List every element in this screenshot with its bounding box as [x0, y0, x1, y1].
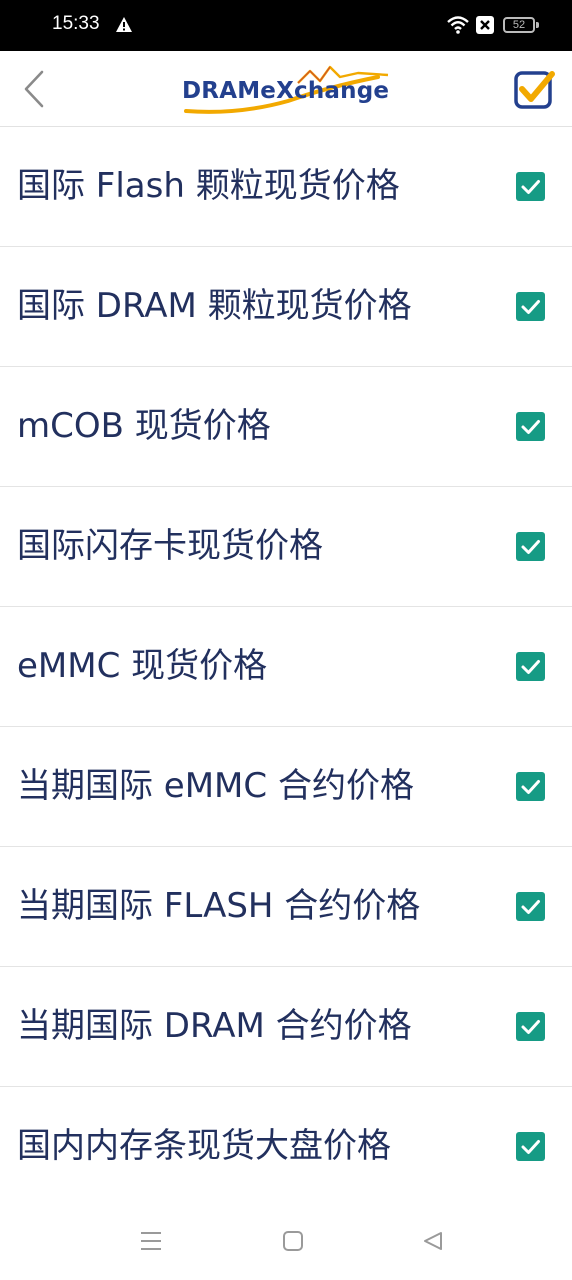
battery-tip — [536, 22, 539, 28]
item-checkbox[interactable] — [516, 772, 545, 801]
close-box-icon — [476, 16, 494, 38]
status-time: 15:33 — [52, 13, 100, 34]
category-list: 国际 Flash 颗粒现货价格 国际 DRAM 颗粒现货价格 mCOB 现货价格… — [0, 127, 572, 1207]
home-square-icon[interactable] — [282, 1230, 304, 1256]
battery-icon: 52 — [503, 17, 535, 33]
list-item-label: eMMC 现货价格 — [17, 646, 268, 686]
back-triangle-icon[interactable] — [422, 1230, 444, 1256]
list-item[interactable]: mCOB 现货价格 — [0, 367, 572, 487]
list-item-label: 国际 DRAM 颗粒现货价格 — [17, 286, 412, 326]
list-item[interactable]: 国际 DRAM 颗粒现货价格 — [0, 247, 572, 367]
list-item[interactable]: 国际 Flash 颗粒现货价格 — [0, 127, 572, 247]
check-icon — [521, 780, 540, 794]
list-item[interactable]: eMMC 现货价格 — [0, 607, 572, 727]
item-checkbox[interactable] — [516, 652, 545, 681]
item-checkbox[interactable] — [516, 1132, 545, 1161]
logo-text: DRAMeXchange — [182, 78, 390, 104]
check-icon — [521, 180, 540, 194]
item-checkbox[interactable] — [516, 172, 545, 201]
list-item-label: 当期国际 FLASH 合约价格 — [17, 886, 421, 926]
item-checkbox[interactable] — [516, 892, 545, 921]
chevron-left-icon — [24, 70, 44, 108]
app-header: DRAMeXchange — [0, 51, 572, 127]
item-checkbox[interactable] — [516, 412, 545, 441]
item-checkbox[interactable] — [516, 1012, 545, 1041]
check-icon — [521, 300, 540, 314]
list-item-label: mCOB 现货价格 — [17, 406, 271, 446]
check-icon — [521, 660, 540, 674]
menu-icon[interactable] — [140, 1230, 162, 1256]
list-item[interactable]: 国内内存条现货大盘价格 — [0, 1087, 572, 1207]
check-icon — [521, 1020, 540, 1034]
status-bar: 15:33 52 — [0, 0, 572, 51]
list-item-label: 国际 Flash 颗粒现货价格 — [17, 166, 400, 206]
list-item-label: 国际闪存卡现货价格 — [17, 526, 323, 566]
list-item[interactable]: 当期国际 FLASH 合约价格 — [0, 847, 572, 967]
item-checkbox[interactable] — [516, 532, 545, 561]
check-icon — [521, 900, 540, 914]
warning-icon — [115, 16, 133, 37]
list-item[interactable]: 当期国际 eMMC 合约价格 — [0, 727, 572, 847]
check-icon — [521, 420, 540, 434]
check-icon — [521, 540, 540, 554]
list-item[interactable]: 国际闪存卡现货价格 — [0, 487, 572, 607]
back-button[interactable] — [20, 69, 50, 109]
wifi-icon — [446, 15, 470, 39]
select-all-button[interactable] — [513, 68, 555, 110]
list-item-label: 当期国际 DRAM 合约价格 — [17, 1006, 412, 1046]
list-item-label: 当期国际 eMMC 合约价格 — [17, 766, 414, 806]
list-item[interactable]: 当期国际 DRAM 合约价格 — [0, 967, 572, 1087]
list-item-label: 国内内存条现货大盘价格 — [17, 1126, 391, 1166]
checkbox-checked-icon — [514, 71, 555, 109]
item-checkbox[interactable] — [516, 292, 545, 321]
check-icon — [521, 1140, 540, 1154]
dramexchange-logo: DRAMeXchange — [178, 63, 392, 115]
system-nav-bar — [0, 1206, 572, 1280]
